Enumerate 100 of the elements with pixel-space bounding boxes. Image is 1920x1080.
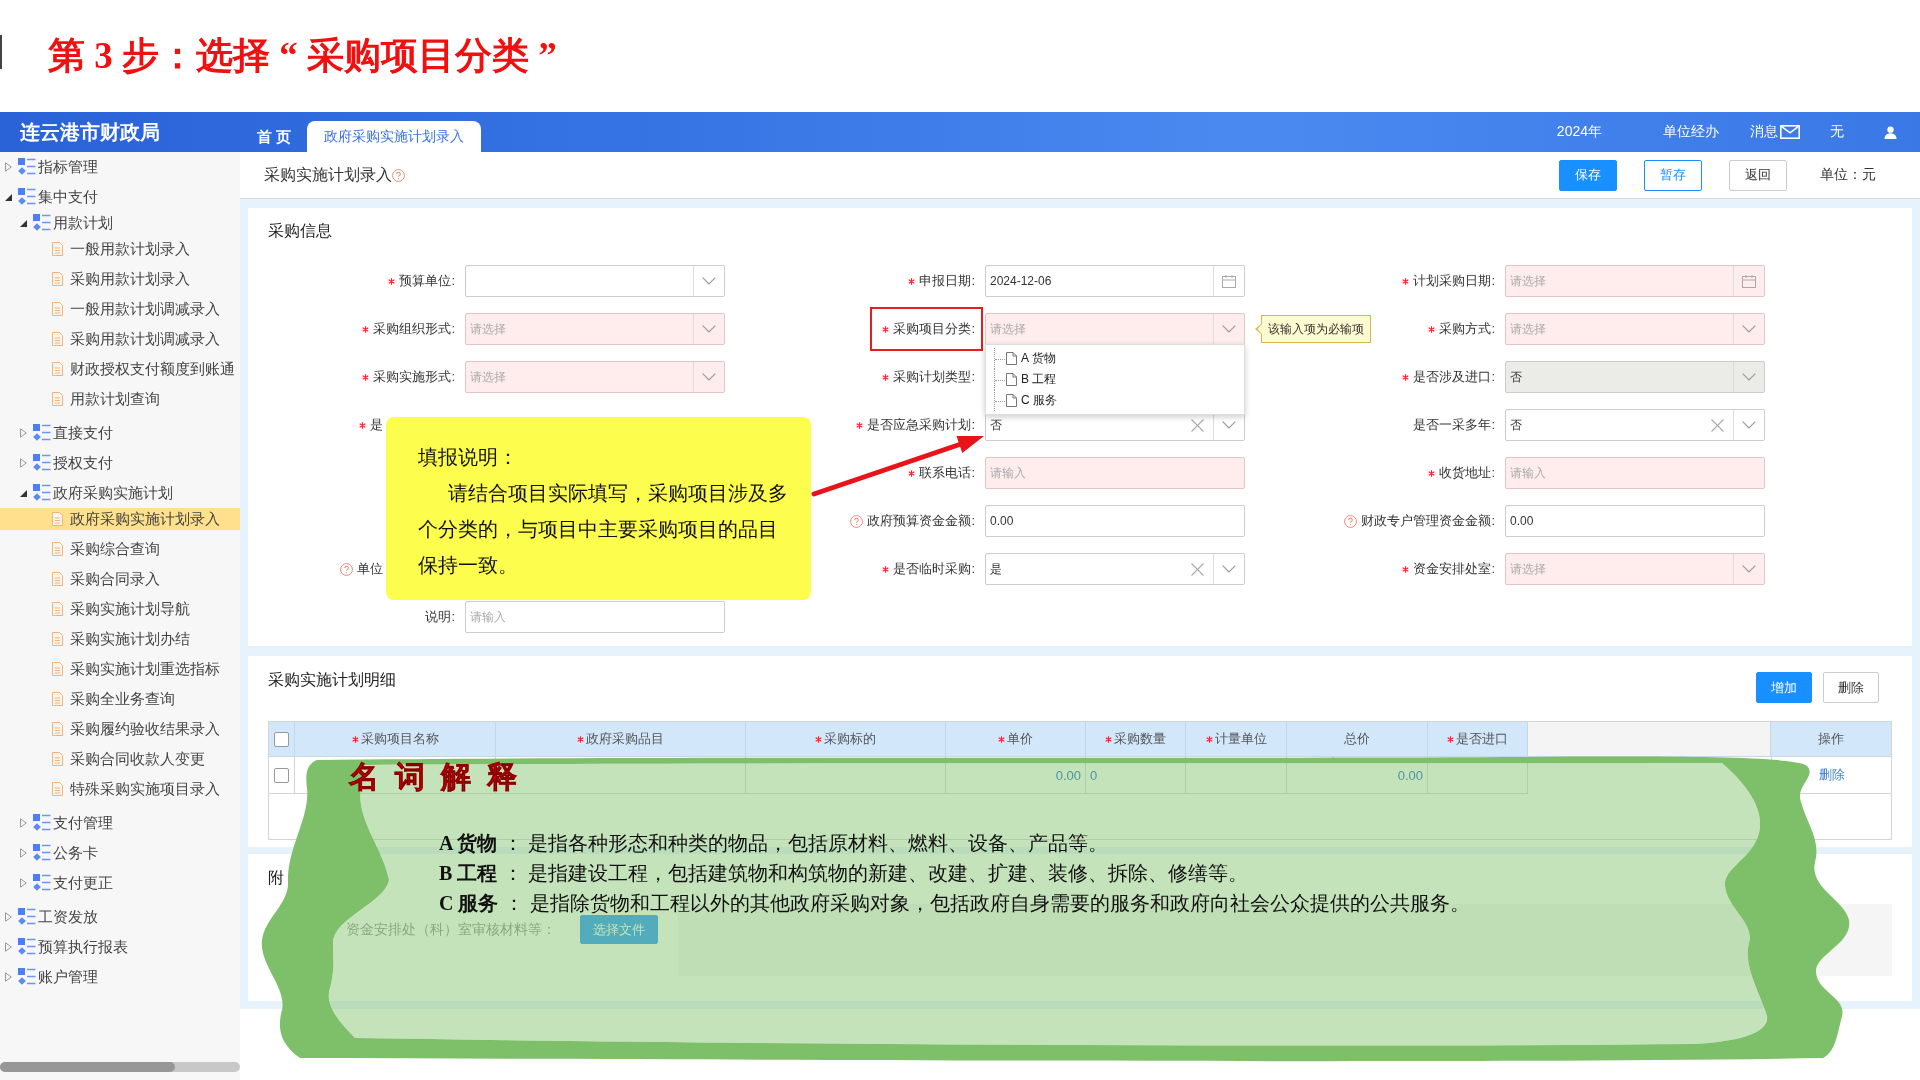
tree-item[interactable]: 直接支付 (0, 422, 240, 444)
text-field[interactable]: 0.00 (985, 505, 1245, 537)
help-icon[interactable] (1344, 514, 1358, 528)
tree-item[interactable]: 一般用款计划录入 (0, 238, 240, 260)
select-field[interactable] (465, 265, 725, 297)
tree-item[interactable]: 工资发放 (0, 906, 240, 928)
tree-item[interactable]: 账户管理 (0, 966, 240, 988)
clear-icon[interactable] (1191, 418, 1204, 432)
field-label: 是否涉及进口: (1413, 368, 1495, 386)
calendar-icon[interactable] (1742, 274, 1756, 288)
tree-item[interactable]: 政府采购实施计划 (0, 482, 240, 504)
upload-hint: 资金安排处（科）室审核材料等： (346, 920, 556, 939)
chevron-down-icon[interactable] (1742, 325, 1756, 333)
tree-item[interactable]: 授权支付 (0, 452, 240, 474)
clear-icon[interactable] (1191, 562, 1204, 576)
caret-right-icon[interactable] (20, 428, 27, 438)
caret-right-icon[interactable] (5, 162, 12, 172)
tree-item[interactable]: 财政授权支付额度到账通 (0, 358, 240, 380)
messages-button[interactable]: 消息 (1750, 123, 1800, 141)
document-icon (52, 512, 63, 526)
tree-item[interactable]: 支付管理 (0, 812, 240, 834)
tree-item[interactable]: 采购合同收款人变更 (0, 748, 240, 770)
tree-item[interactable]: 采购履约验收结果录入 (0, 718, 240, 740)
default-button[interactable]: 删除 (1823, 672, 1879, 703)
tree-item[interactable]: 公务卡 (0, 842, 240, 864)
caret-right-icon[interactable] (5, 972, 12, 982)
caret-right-icon[interactable] (5, 942, 12, 952)
document-icon (52, 392, 63, 406)
tree-item[interactable]: 特殊采购实施项目录入 (0, 778, 240, 800)
tree-item[interactable]: 采购用款计划调减录入 (0, 328, 240, 350)
column-title: 是否进口 (1456, 730, 1508, 748)
text-field[interactable]: 0.00 (1505, 505, 1765, 537)
row-action-link[interactable]: 删除 (1818, 766, 1845, 784)
document-icon (52, 602, 63, 616)
tree-item[interactable]: 采购合同录入 (0, 568, 240, 590)
chevron-down-icon[interactable] (1222, 421, 1236, 429)
tree-item[interactable]: 采购实施计划导航 (0, 598, 240, 620)
field-label: 财政专户管理资金金额: (1361, 512, 1495, 530)
caret-right-icon[interactable] (20, 878, 27, 888)
chevron-down-icon[interactable] (1742, 565, 1756, 573)
role-menu[interactable]: 单位经办 (1663, 123, 1719, 141)
help-icon[interactable] (392, 168, 405, 182)
chevron-down-icon[interactable] (1222, 565, 1236, 573)
field-label: 计划采购日期: (1413, 272, 1495, 290)
user-icon[interactable] (1884, 125, 1897, 139)
list-icon (18, 158, 36, 176)
dropdown-option[interactable]: A 货物 (986, 348, 1244, 369)
field-label: 采购计划类型: (893, 368, 975, 386)
tree-item[interactable]: 用款计划 (0, 212, 240, 234)
tree-item[interactable]: 集中支付 (0, 186, 240, 208)
select-field[interactable]: 否 (1505, 409, 1765, 441)
dropdown-option[interactable]: C 服务 (986, 390, 1244, 411)
caret-right-icon[interactable] (20, 458, 27, 468)
select-field[interactable]: 是 (985, 553, 1245, 585)
checkbox[interactable] (274, 767, 289, 783)
tab[interactable]: 首 页 (249, 121, 300, 152)
tree-item[interactable]: 支付更正 (0, 872, 240, 894)
tree-item[interactable]: 采购用款计划录入 (0, 268, 240, 290)
caret-down-icon[interactable] (5, 193, 12, 201)
calendar-icon[interactable] (1222, 274, 1236, 288)
list-icon (33, 484, 51, 502)
tab[interactable]: 政府采购实施计划录入 (307, 121, 482, 152)
help-icon[interactable] (850, 514, 864, 528)
chevron-down-icon[interactable] (702, 325, 716, 333)
year-selector[interactable]: 2024年 (1556, 123, 1602, 141)
field-label: 采购方式: (1439, 320, 1495, 338)
list-icon (33, 814, 51, 832)
default-button[interactable]: 返回 (1729, 159, 1787, 191)
document-icon (1006, 373, 1017, 386)
tree-item[interactable]: 预算执行报表 (0, 936, 240, 958)
tree-item[interactable]: 一般用款计划调减录入 (0, 298, 240, 320)
help-icon[interactable] (340, 562, 353, 576)
caret-down-icon[interactable] (20, 489, 27, 497)
chevron-down-icon[interactable] (702, 277, 716, 285)
tree-item[interactable]: 用款计划查询 (0, 388, 240, 410)
accent-bar (0, 35, 2, 69)
caret-right-icon[interactable] (20, 818, 27, 828)
chevron-down-icon[interactable] (702, 373, 716, 381)
clear-icon[interactable] (1711, 418, 1724, 432)
tree-item[interactable]: 采购综合查询 (0, 538, 240, 560)
tree-item[interactable]: 政府采购实施计划录入 (0, 508, 240, 530)
tree-item[interactable]: 采购实施计划重选指标 (0, 658, 240, 680)
tree-item[interactable]: 指标管理 (0, 156, 240, 178)
caret-down-icon[interactable] (20, 219, 27, 227)
tree-item[interactable]: 采购实施计划办结 (0, 628, 240, 650)
column-title: 操作 (1818, 730, 1844, 748)
document-icon (52, 362, 63, 376)
chevron-down-icon[interactable] (1222, 325, 1236, 333)
tree-item[interactable]: 采购全业务查询 (0, 688, 240, 710)
document-icon (1006, 394, 1017, 407)
date-field[interactable]: 2024-12-06 (985, 265, 1245, 297)
chevron-down-icon[interactable] (1742, 421, 1756, 429)
dropdown-option[interactable]: B 工程 (986, 369, 1244, 390)
scrollbar-drawing[interactable] (0, 1062, 240, 1072)
checkbox[interactable] (274, 731, 289, 747)
document-icon (52, 272, 63, 286)
field-label: 政府预算资金金额: (867, 512, 975, 530)
caret-right-icon[interactable] (20, 848, 27, 858)
caret-right-icon[interactable] (5, 912, 12, 922)
field-label: 收货地址: (1439, 464, 1495, 482)
